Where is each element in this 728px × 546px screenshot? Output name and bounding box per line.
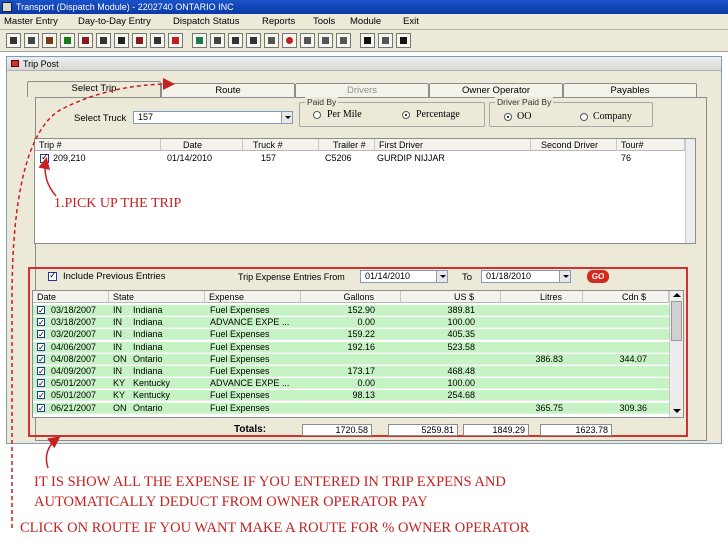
expense-note-line-1: IT IS SHOW ALL THE EXPENSE IF YOU ENTERE… — [34, 474, 506, 490]
pick-trip-arrow — [38, 157, 57, 197]
route-hint-annotation: CLICK ON ROUTE IF YOU WANT MAKE A ROUTE … — [20, 520, 530, 536]
pick-trip-annotation: 1.PICK UP THE TRIP — [54, 196, 182, 211]
route-arrow — [11, 78, 175, 528]
expense-note-arrow — [45, 436, 61, 469]
annotation-arrows — [11, 78, 175, 528]
expense-note-line-2: AUTOMATICALLY DEDUCT FROM OWNER OPERATOR… — [34, 494, 428, 510]
